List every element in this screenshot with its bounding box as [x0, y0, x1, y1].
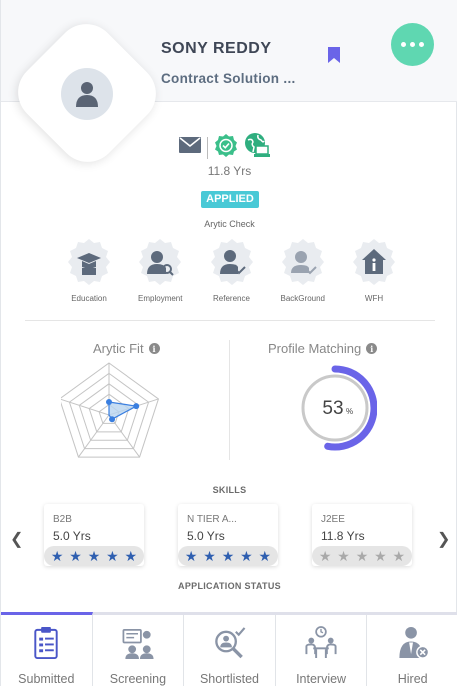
check-item-background[interactable]: BackGround — [273, 238, 333, 303]
star-icon: ★ — [184, 548, 198, 564]
star-icon: ★ — [318, 548, 332, 564]
background-check-icon — [281, 239, 324, 285]
contact-badges — [179, 132, 270, 163]
tab-submitted[interactable]: Submitted — [1, 612, 93, 686]
skill-card[interactable]: J2EE 11.8 Yrs ★ ★ ★ ★ ★ — [312, 504, 412, 566]
arytic-fit-label: Arytic Fit — [93, 341, 144, 356]
person-icon — [76, 82, 98, 107]
badge-separator — [207, 136, 208, 159]
magnifier-check-icon — [215, 627, 246, 659]
check-label: BackGround — [280, 294, 325, 303]
skill-name: N TIER A... — [187, 514, 237, 525]
star-icon: ★ — [374, 548, 387, 564]
matching-percent-unit: % — [346, 407, 353, 416]
home-info-icon — [353, 239, 395, 285]
check-label: WFH — [364, 294, 384, 303]
check-item-reference[interactable]: Reference — [202, 238, 262, 303]
info-icon[interactable]: i — [366, 343, 378, 354]
star-icon: ★ — [203, 548, 216, 564]
star-icon: ★ — [124, 548, 138, 564]
matching-percent-value: 53 — [322, 398, 343, 419]
tab-screening[interactable]: Screening — [92, 615, 185, 686]
status-badge: APPLIED — [201, 191, 259, 208]
tab-hired[interactable]: Hired — [367, 615, 457, 686]
skill-years: 11.8 Yrs — [321, 529, 365, 543]
skill-rating: ★ ★ ★ ★ ★ — [44, 546, 144, 566]
tab-shortlisted[interactable]: Shortlisted — [184, 615, 276, 686]
radar-point — [133, 403, 140, 410]
screening-icon — [122, 628, 154, 660]
profile-matching-label: Profile Matching — [268, 341, 362, 356]
skill-name: J2EE — [321, 514, 345, 525]
section-divider — [25, 320, 435, 321]
skill-card[interactable]: B2B 5.0 Yrs ★ ★ ★ ★ ★ — [44, 504, 144, 566]
panel-divider — [229, 340, 230, 460]
skills-prev-arrow[interactable]: ❮ — [10, 529, 23, 549]
skill-years: 5.0 Yrs — [53, 529, 91, 543]
interview-icon — [305, 626, 337, 659]
tab-label: Interview — [296, 672, 347, 686]
tab-label: Screening — [109, 672, 167, 686]
skill-rating: ★ ★ ★ ★ ★ — [178, 546, 278, 566]
check-item-education[interactable]: Education — [59, 238, 119, 303]
globe-laptop-icon[interactable] — [244, 132, 270, 163]
star-icon: ★ — [221, 548, 235, 564]
check-item-wfh[interactable]: WFH — [344, 238, 404, 303]
profile-matching-title: Profile Matching i — [268, 341, 378, 356]
candidate-title: Contract Solution ... — [161, 71, 296, 86]
bookmark-icon[interactable] — [327, 47, 341, 68]
candidate-name: SONY REDDY — [161, 40, 272, 57]
check-label: Education — [71, 294, 107, 303]
employment-search-icon — [139, 239, 182, 285]
tab-interview[interactable]: Interview — [275, 615, 368, 686]
application-status-tabs: Submitted Screening Shortlisted Intervie… — [1, 612, 457, 686]
experience-years: 11.8 Yrs — [207, 164, 252, 178]
star-icon: ★ — [337, 548, 350, 564]
star-icon: ★ — [355, 548, 369, 564]
tab-label: Shortlisted — [199, 672, 260, 686]
skills-label: SKILLS — [212, 485, 247, 495]
arytic-fit-title: Arytic Fit i — [93, 341, 160, 356]
verified-badge-icon[interactable] — [214, 133, 238, 162]
candidate-card: SONY REDDY Contract Solution ... 11.8 Yr… — [0, 0, 457, 686]
skill-rating: ★ ★ ★ ★ ★ — [312, 546, 412, 566]
reference-check-icon — [210, 239, 253, 285]
check-label: Employment — [138, 294, 183, 303]
info-icon[interactable]: i — [148, 343, 160, 354]
more-options-button[interactable] — [391, 23, 434, 66]
star-icon: ★ — [258, 548, 272, 564]
star-icon: ★ — [50, 548, 64, 564]
graduation-cap-icon — [68, 239, 110, 285]
skill-years: 5.0 Yrs — [187, 529, 225, 543]
skill-card[interactable]: N TIER A... 5.0 Yrs ★ ★ ★ ★ ★ — [178, 504, 278, 566]
star-icon: ★ — [392, 548, 406, 564]
clipboard-icon — [34, 626, 58, 660]
mail-icon[interactable] — [179, 137, 201, 158]
star-icon: ★ — [240, 548, 253, 564]
skills-next-arrow[interactable]: ❯ — [437, 529, 450, 549]
arytic-check-label: Arytic Check — [204, 219, 255, 229]
profile-matching-donut: 53 % — [301, 365, 377, 451]
star-icon: ★ — [69, 548, 82, 564]
skill-name: B2B — [53, 514, 72, 525]
hired-person-icon — [399, 626, 429, 659]
tab-label: Submitted — [18, 672, 75, 686]
star-icon: ★ — [87, 548, 101, 564]
check-label: Reference — [213, 294, 250, 303]
radar-point — [109, 416, 116, 423]
application-status-label: APPLICATION STATUS — [178, 581, 281, 591]
avatar[interactable] — [61, 68, 113, 120]
check-item-employment[interactable]: Employment — [130, 238, 190, 303]
arytic-check-list: Education Employment Reference BackGroun… — [59, 238, 404, 303]
tab-label: Hired — [397, 672, 428, 686]
radar-point — [106, 399, 112, 405]
arytic-fit-radar-chart — [61, 362, 160, 458]
star-icon: ★ — [106, 548, 119, 564]
